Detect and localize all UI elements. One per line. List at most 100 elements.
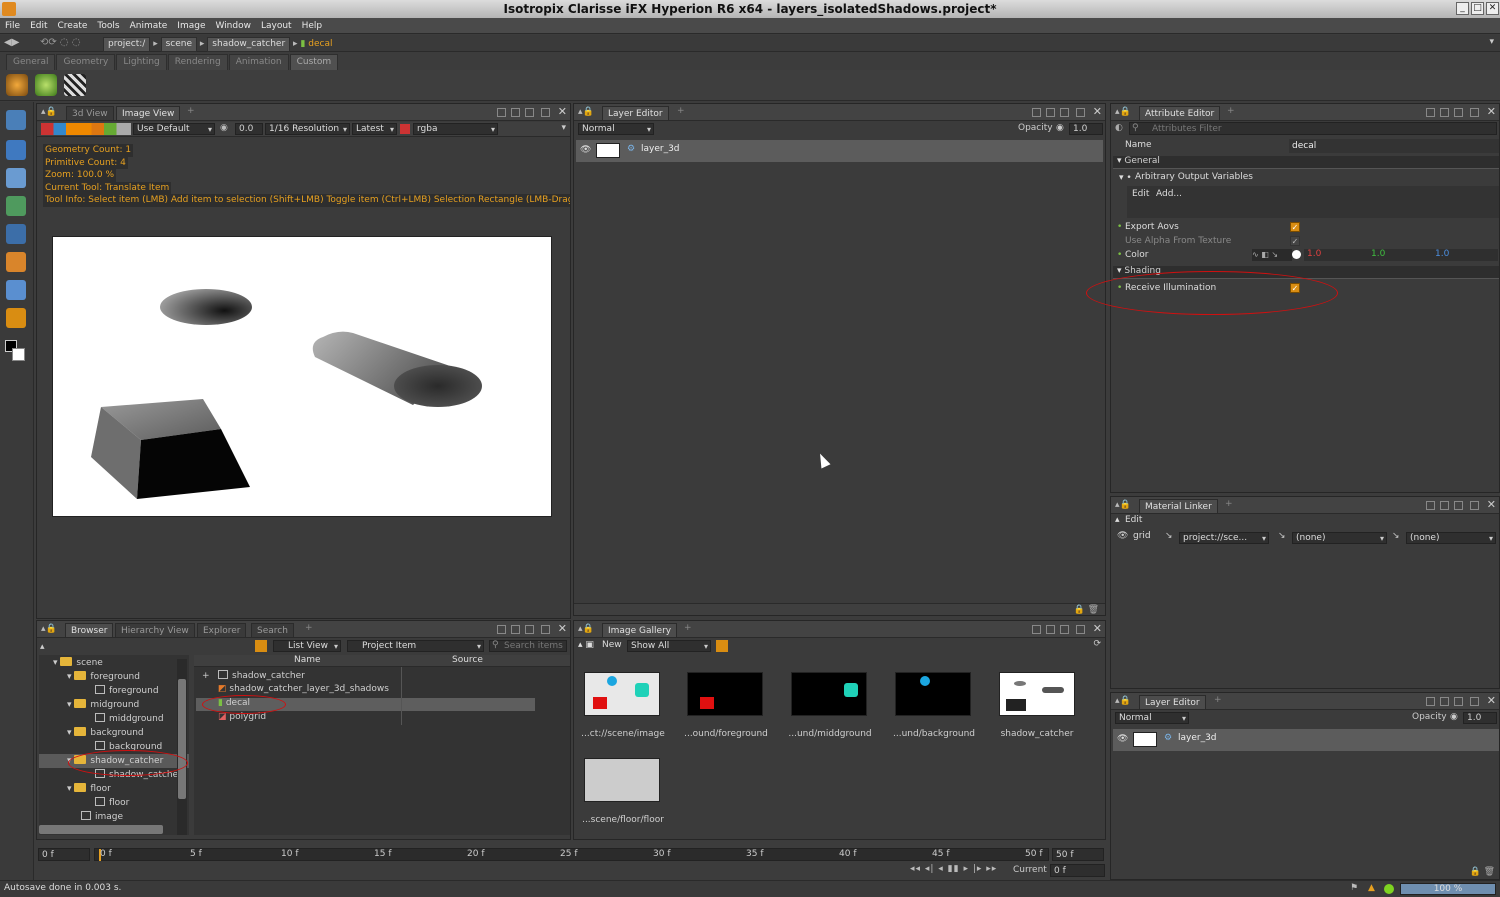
layer-row[interactable]: 👁 ⚙ layer_3d <box>576 140 1103 162</box>
maximize-panel-icon[interactable] <box>1470 501 1479 510</box>
panel-menu-icon[interactable]: ▴🔒 <box>1115 500 1131 510</box>
tab-image-view[interactable]: Image View <box>116 106 181 120</box>
layout-icon-3[interactable] <box>1454 108 1463 117</box>
col-source-header[interactable]: Source <box>452 655 483 665</box>
panel-menu-icon[interactable]: ▴🔒 <box>1115 696 1131 706</box>
menu-window[interactable]: Window <box>210 18 256 34</box>
layout-icon-2[interactable] <box>1440 501 1449 510</box>
menu-edit[interactable]: Edit <box>25 18 52 34</box>
close-panel-icon[interactable]: ✕ <box>1487 106 1496 118</box>
crumb-project[interactable]: project:/ <box>103 37 151 52</box>
thumb-scene-image[interactable] <box>584 672 660 716</box>
tab-image-gallery[interactable]: Image Gallery <box>602 623 678 637</box>
list-item[interactable]: shadow_catcher <box>218 670 305 681</box>
tab-hierarchy-view[interactable]: Hierarchy View <box>115 623 195 637</box>
warning-icon[interactable]: ▲ <box>1368 883 1375 893</box>
back-icon[interactable]: ◀▶ <box>4 37 19 48</box>
layout-icon-3[interactable] <box>1454 501 1463 510</box>
tree-item-foreground-image[interactable]: foreground <box>95 685 159 696</box>
menu-layout[interactable]: Layout <box>256 18 297 34</box>
general-group-header[interactable]: ▾ General <box>1113 156 1499 169</box>
tree-hscrollbar[interactable] <box>39 825 163 834</box>
maximize-panel-icon[interactable] <box>1076 108 1085 117</box>
clip-map-select[interactable]: (none) <box>1292 532 1387 544</box>
thumb-foreground[interactable] <box>687 672 763 716</box>
address-dropdown-icon[interactable]: ▾ <box>1489 37 1494 47</box>
new-button[interactable]: New <box>602 640 622 650</box>
tree-item-foreground[interactable]: ▾ foreground <box>67 671 140 682</box>
tree-item-scene[interactable]: ▾ scene <box>53 657 103 668</box>
viewer-options-icon[interactable]: ▾ <box>561 123 566 133</box>
pick-arrow-icon-3[interactable]: ↘ <box>1392 531 1400 541</box>
shelf-tab-general[interactable]: General <box>6 54 56 70</box>
shelf-tab-animation[interactable]: Animation <box>228 54 289 70</box>
nav-history-icon[interactable]: ⟲⟳ ◌ ◌ <box>40 37 81 48</box>
show-filter-select[interactable]: Show All <box>627 640 711 652</box>
edit-expand-icon[interactable]: ▴ <box>1115 515 1120 525</box>
menu-animate[interactable]: Animate <box>125 18 173 34</box>
exposure-field[interactable]: 0.0 <box>235 123 263 135</box>
layout-icon-1[interactable] <box>1032 625 1041 634</box>
tab-search[interactable]: Search <box>251 623 294 637</box>
maximize-panel-icon[interactable] <box>541 625 550 634</box>
color-r-field[interactable]: 1.0 <box>1307 249 1321 259</box>
displacement-select[interactable]: (none) <box>1406 532 1496 544</box>
export-aovs-checkbox[interactable]: ✓ <box>1290 222 1300 232</box>
layer-select[interactable]: Latest <box>352 123 397 135</box>
filter-toggle-icon[interactable] <box>255 640 267 652</box>
use-alpha-checkbox[interactable]: ✓ <box>1290 236 1300 246</box>
minimize-button[interactable]: _ <box>1456 2 1469 15</box>
maximize-panel-icon[interactable] <box>1470 108 1479 117</box>
name-field[interactable]: decal <box>1289 139 1499 153</box>
layout-icon-2[interactable] <box>511 108 520 117</box>
thumb-middground[interactable] <box>791 672 867 716</box>
trash-icon[interactable]: 🗑 <box>1484 867 1495 877</box>
display-mode-select[interactable]: Use Default <box>133 123 215 135</box>
bg-color-swatch[interactable] <box>12 348 25 361</box>
menu-create[interactable]: Create <box>53 18 93 34</box>
layout-icon-1[interactable] <box>1426 501 1435 510</box>
add-tab-icon[interactable]: + <box>1214 695 1222 705</box>
tree-item-floor-image[interactable]: floor <box>95 797 129 808</box>
playback-buttons-icon[interactable]: ◂◂ ◂| ◂ ▮▮ ▸ |▸ ▸▸ <box>910 864 997 874</box>
pick-tool-icon[interactable] <box>6 168 26 188</box>
layer-row-2[interactable]: 👁 ⚙ layer_3d <box>1113 729 1499 751</box>
add-tab-icon[interactable]: + <box>684 623 692 633</box>
aov-expand-icon[interactable]: ▾ • <box>1119 173 1132 183</box>
color-swatch[interactable] <box>1292 250 1301 259</box>
layout-icon-3[interactable] <box>525 625 534 634</box>
opacity-field[interactable]: 1.0 <box>1069 123 1103 135</box>
material-select[interactable]: project://sce... <box>1179 532 1269 544</box>
close-panel-icon[interactable]: ✕ <box>1093 106 1102 118</box>
color-mode-icons[interactable]: ∿ ◧ ↘ <box>1252 249 1292 261</box>
panel-menu-icon[interactable]: ▴🔒 <box>41 107 57 117</box>
layout-icon-3[interactable] <box>1060 625 1069 634</box>
close-panel-icon[interactable]: ✕ <box>1487 695 1496 707</box>
panel-menu-icon[interactable]: ▴🔒 <box>578 624 594 634</box>
menu-help[interactable]: Help <box>297 18 328 34</box>
close-panel-icon[interactable]: ✕ <box>558 623 567 635</box>
layout-icon-1[interactable] <box>497 625 506 634</box>
close-window-button[interactable]: ✕ <box>1486 2 1499 15</box>
tab-explorer[interactable]: Explorer <box>197 623 247 637</box>
transform-tool-icon[interactable] <box>6 252 26 272</box>
pick-arrow-icon[interactable]: ↘ <box>1165 531 1173 541</box>
brush-tool-icon[interactable] <box>6 308 26 328</box>
crumb-scene[interactable]: scene <box>160 37 198 52</box>
edit-menu[interactable]: Edit <box>1125 515 1142 525</box>
item-filter-select[interactable]: Project Item <box>347 640 484 652</box>
aov-add-button[interactable]: Add... <box>1156 189 1182 199</box>
layout-icon-2[interactable] <box>1440 697 1449 706</box>
render-viewport[interactable] <box>52 236 552 517</box>
thumb-shadow-catcher[interactable] <box>999 672 1075 716</box>
shelf-tab-custom[interactable]: Custom <box>289 54 339 70</box>
color-g-field[interactable]: 1.0 <box>1371 249 1385 259</box>
visibility-eye-icon[interactable]: 👁 <box>580 145 591 155</box>
leaf-icon[interactable] <box>35 74 57 96</box>
lock-icon[interactable]: 🔒 <box>1074 605 1085 615</box>
blend-mode-select-2[interactable]: Normal <box>1115 712 1189 724</box>
shelf-tab-rendering[interactable]: Rendering <box>167 54 228 70</box>
add-tab-icon[interactable]: + <box>677 106 685 116</box>
pointer-tool-icon[interactable] <box>6 280 26 300</box>
tab-3d-view[interactable]: 3d View <box>66 106 114 120</box>
